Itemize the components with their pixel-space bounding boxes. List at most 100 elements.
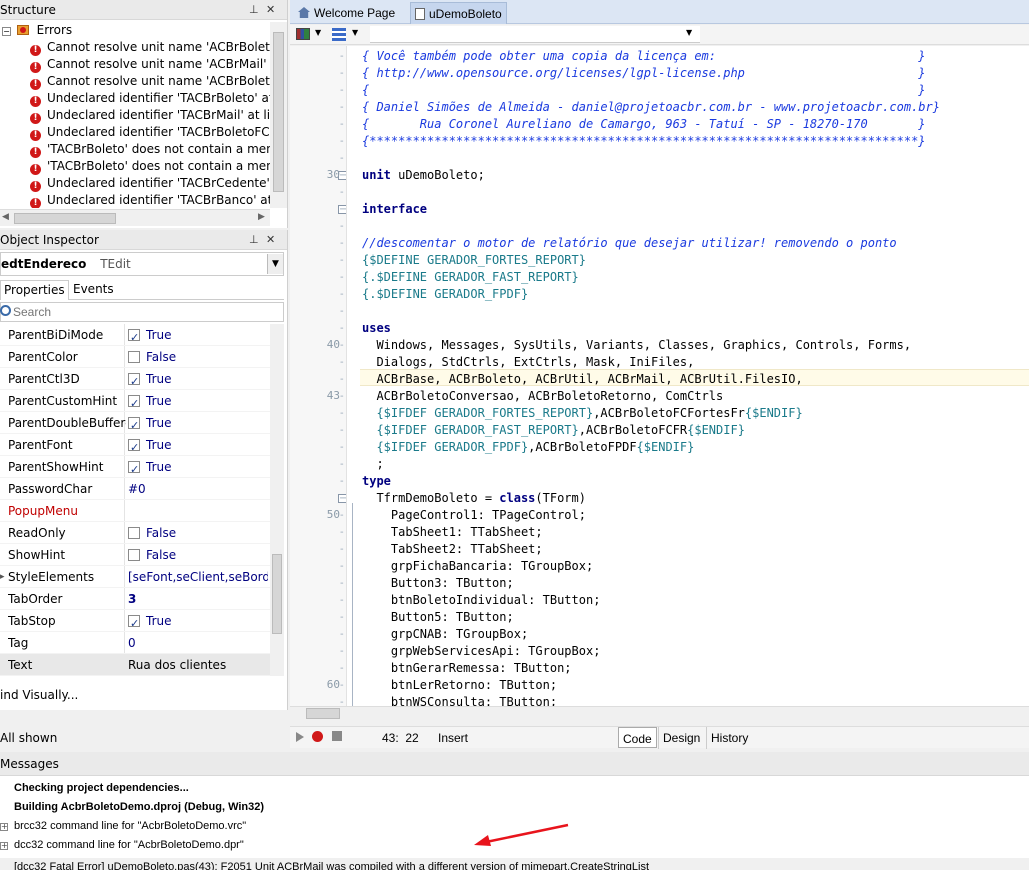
code-line[interactable]: { Você também pode obter uma copia da li… [362, 48, 926, 65]
code-line[interactable]: { http://www.opensource.org/licenses/lgp… [362, 65, 926, 82]
code-line[interactable]: grpWebServicesApi: TGroupBox; [362, 643, 601, 660]
message-item[interactable]: dcc32 command line for "AcbrBoletoDemo.d… [14, 839, 244, 851]
pin-icon[interactable]: ⊥ [249, 0, 259, 20]
error-item[interactable]: ! Undeclared identifier 'TACBrBoletoFCF [0, 124, 270, 141]
expand-icon[interactable]: + [0, 823, 8, 831]
scroll-left-arrow[interactable]: ◀ [2, 212, 9, 222]
tree-root-errors[interactable]: − Errors [0, 22, 270, 39]
code-editor[interactable]: { Você também pode obter uma copia da li… [290, 46, 1029, 706]
property-row[interactable]: ParentCtl3D True [0, 368, 270, 390]
message-item[interactable]: Building AcbrBoletoDemo.dproj (Debug, Wi… [14, 801, 264, 813]
property-checkbox[interactable] [128, 549, 140, 561]
code-line[interactable]: Windows, Messages, SysUtils, Variants, C… [362, 337, 911, 354]
property-row[interactable]: ShowHint False [0, 544, 270, 566]
search-input[interactable] [13, 304, 273, 320]
property-checkbox[interactable] [128, 415, 140, 434]
message-item[interactable]: brcc32 command line for "AcbrBoletoDemo.… [14, 820, 246, 832]
message-item[interactable]: Checking project dependencies... [14, 782, 189, 794]
chevron-down-icon[interactable]: ▼ [352, 28, 358, 37]
code-line[interactable]: TabSheet1: TTabSheet; [362, 524, 543, 541]
expand-icon[interactable]: ▸ [0, 566, 5, 588]
error-item[interactable]: ! Undeclared identifier 'TACBrMail' at li… [0, 107, 270, 124]
code-line[interactable]: ; [362, 456, 383, 473]
property-row[interactable]: ParentColor False [0, 346, 270, 368]
property-checkbox[interactable] [128, 327, 140, 346]
property-checkbox[interactable] [128, 351, 140, 363]
chevron-down-icon[interactable]: ▼ [686, 28, 692, 37]
books-icon[interactable] [296, 28, 310, 40]
scroll-thumb[interactable] [14, 213, 116, 224]
chevron-down-icon[interactable]: ▼ [267, 254, 283, 274]
property-checkbox[interactable] [128, 437, 140, 456]
tab-code[interactable]: Code [618, 727, 657, 748]
code-line[interactable]: { Daniel Simões de Almeida - daniel@proj… [362, 99, 940, 116]
code-line[interactable]: grpFichaBancaria: TGroupBox; [362, 558, 593, 575]
code-line[interactable]: TabSheet2: TTabSheet; [362, 541, 543, 558]
tab-welcome-page[interactable]: Welcome Page [294, 2, 399, 24]
property-row[interactable]: ParentDoubleBuffere True [0, 412, 270, 434]
scroll-thumb-v[interactable] [272, 554, 282, 634]
error-item[interactable]: ! Undeclared identifier 'TACBrBoleto' at [0, 90, 270, 107]
code-line[interactable]: //descomentar o motor de relatório que d… [362, 235, 897, 252]
error-item[interactable]: ! Cannot resolve unit name 'ACBrBoleto [0, 73, 270, 90]
play-icon[interactable] [296, 732, 304, 742]
record-icon[interactable] [312, 731, 323, 742]
property-row[interactable]: ParentCustomHint True [0, 390, 270, 412]
structure-hscrollbar[interactable]: ◀ ▶ [0, 209, 270, 226]
code-line[interactable]: ACBrBase, ACBrBoleto, ACBrUtil, ACBrMail… [362, 371, 802, 388]
method-dropdown[interactable] [370, 26, 700, 43]
code-line[interactable]: uses [362, 320, 391, 337]
scroll-thumb[interactable] [306, 708, 340, 719]
code-line[interactable]: interface [362, 201, 427, 218]
property-checkbox[interactable] [128, 459, 140, 478]
code-line[interactable]: Button3: TButton; [362, 575, 514, 592]
pin-icon[interactable]: ⊥ [249, 230, 259, 250]
property-checkbox[interactable] [128, 613, 140, 632]
code-line[interactable]: {.$DEFINE GERADOR_FPDF} [362, 286, 528, 303]
code-line[interactable]: Button5: TButton; [362, 609, 514, 626]
code-line[interactable]: btnWSConsulta: TButton; [362, 694, 557, 706]
code-line[interactable]: btnGerarRemessa: TButton; [362, 660, 572, 677]
code-line[interactable]: {$IFDEF GERADOR_FPDF},ACBrBoletoFPDF{$EN… [362, 439, 694, 456]
property-checkbox[interactable] [128, 371, 140, 390]
code-line[interactable]: grpCNAB: TGroupBox; [362, 626, 528, 643]
code-line[interactable]: {$IFDEF GERADOR_FORTES_REPORT},ACBrBolet… [362, 405, 802, 422]
tab-design[interactable]: Design [658, 727, 704, 749]
close-icon[interactable]: ✕ [266, 230, 275, 250]
code-line[interactable]: {***************************************… [362, 133, 926, 150]
property-row[interactable]: ▸ StyleElements [seFont,seClient,seBorde [0, 566, 270, 588]
error-message[interactable]: [dcc32 Fatal Error] uDemoBoleto.pas(43):… [0, 858, 1029, 870]
property-checkbox[interactable] [128, 527, 140, 539]
code-line[interactable]: { } [362, 82, 926, 99]
property-row[interactable]: TabStop True [0, 610, 270, 632]
find-visually-link[interactable]: ind Visually... [0, 688, 78, 702]
code-line[interactable]: Dialogs, StdCtrls, ExtCtrls, Mask, IniFi… [362, 354, 694, 371]
property-row[interactable]: ParentBiDiMode True [0, 324, 270, 346]
property-row[interactable]: ParentFont True [0, 434, 270, 456]
scroll-right-arrow[interactable]: ▶ [258, 212, 265, 222]
property-vscrollbar[interactable] [270, 324, 284, 676]
list-icon[interactable] [332, 28, 346, 41]
code-line[interactable]: {.$DEFINE GERADOR_FAST_REPORT} [362, 269, 579, 286]
property-search[interactable] [0, 302, 284, 322]
error-item[interactable]: ! Undeclared identifier 'TACBrBanco' at [0, 192, 270, 208]
tab-properties[interactable]: Properties [0, 280, 69, 300]
code-line[interactable]: TfrmDemoBoleto = class(TForm) [362, 490, 586, 507]
property-checkbox[interactable] [128, 393, 140, 412]
property-row[interactable]: PopupMenu [0, 500, 270, 522]
code-line[interactable]: unit uDemoBoleto; [362, 167, 485, 184]
close-icon[interactable]: ✕ [266, 0, 275, 20]
error-item[interactable]: ! 'TACBrBoleto' does not contain a men [0, 141, 270, 158]
error-item[interactable]: ! Cannot resolve unit name 'ACBrBoleto [0, 39, 270, 56]
chevron-down-icon[interactable]: ▼ [315, 28, 321, 37]
code-line[interactable]: ACBrBoletoConversao, ACBrBoletoRetorno, … [362, 388, 723, 405]
code-line[interactable]: {$DEFINE GERADOR_FORTES_REPORT} [362, 252, 586, 269]
error-item[interactable]: ! Undeclared identifier 'TACBrCedente' [0, 175, 270, 192]
scroll-thumb-v[interactable] [273, 32, 284, 192]
property-row[interactable]: Text Rua dos clientes [0, 654, 270, 676]
expand-icon[interactable]: + [0, 842, 8, 850]
tab-udemoboleto[interactable]: uDemoBoleto [410, 2, 507, 24]
component-selector[interactable]: edtEndereco TEdit ▼ [0, 252, 284, 276]
error-item[interactable]: ! 'TACBrBoleto' does not contain a men [0, 158, 270, 175]
error-item[interactable]: ! Cannot resolve unit name 'ACBrMail' a [0, 56, 270, 73]
